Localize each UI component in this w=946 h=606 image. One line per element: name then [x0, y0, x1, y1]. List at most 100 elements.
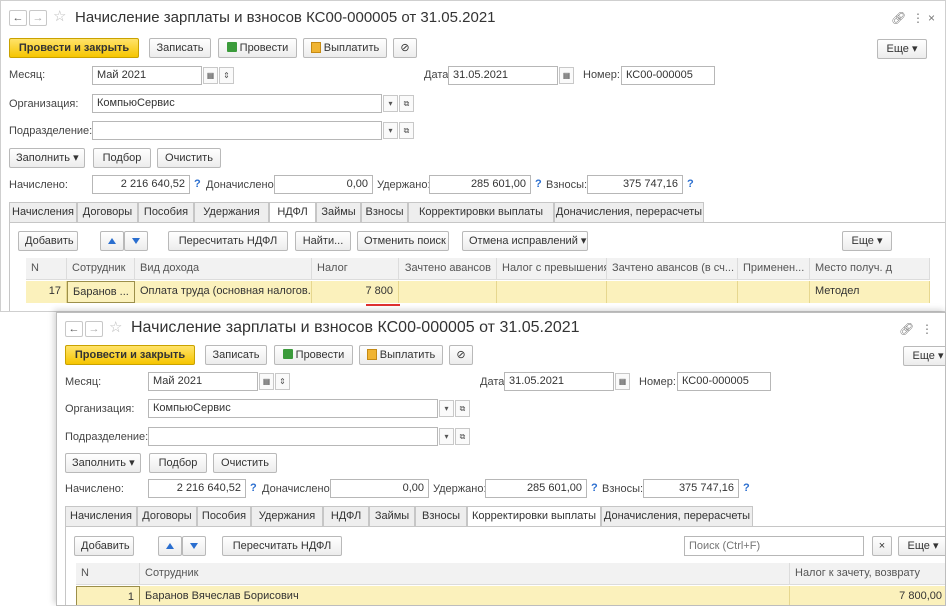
cell-place[interactable]: Методел — [810, 281, 930, 303]
col-tax-offset[interactable]: Налог к зачету, возврату — [790, 563, 945, 585]
move-up-button[interactable] — [158, 536, 182, 556]
attach-button[interactable]: ⊘ — [393, 38, 417, 58]
post-and-close-button[interactable]: Провести и закрыть — [9, 38, 139, 58]
fill-button[interactable]: Заполнить ▾ — [65, 453, 141, 473]
org-dropdown-icon[interactable]: ▾ — [383, 95, 398, 112]
dept-open-icon[interactable]: ⧉ — [399, 122, 414, 139]
attach-button[interactable]: ⊘ — [449, 345, 473, 365]
tab-benefits[interactable]: Пособия — [197, 506, 251, 526]
date-field[interactable]: 31.05.2021 — [448, 66, 558, 85]
recalc-ndfl-button[interactable]: Пересчитать НДФЛ — [168, 231, 288, 251]
tab-accruals[interactable]: Начисления — [65, 506, 137, 526]
col-advances[interactable]: Зачтено авансов — [399, 258, 497, 280]
tab-ndfl[interactable]: НДФЛ — [323, 506, 369, 526]
save-button[interactable]: Записать — [205, 345, 267, 365]
more-button[interactable]: Еще ▾ — [877, 39, 927, 59]
dept-field[interactable] — [92, 121, 382, 140]
col-excess-tax[interactable]: Налог с превышения — [497, 258, 607, 280]
clear-button[interactable]: Очистить — [157, 148, 221, 168]
dept-dropdown-icon[interactable]: ▾ — [383, 122, 398, 139]
cancel-fixes-button[interactable]: Отмена исправлений ▾ — [462, 231, 588, 251]
withheld-field[interactable]: 285 601,00 — [429, 175, 531, 194]
withheld-help-icon[interactable]: ? — [591, 482, 598, 494]
link-icon[interactable]: 🔗︎ — [891, 11, 906, 25]
more-button[interactable]: Еще ▾ — [903, 346, 945, 366]
move-up-button[interactable] — [100, 231, 124, 251]
contrib-field[interactable]: 375 747,16 — [643, 479, 739, 498]
col-advances-2[interactable]: Зачтено авансов (в сч... — [607, 258, 738, 280]
org-open-icon[interactable]: ⧉ — [399, 95, 414, 112]
cell-employee[interactable]: Баранов Вячеслав Борисович — [140, 586, 790, 605]
accrued-field[interactable]: 2 216 640,52 — [92, 175, 190, 194]
link-icon[interactable]: 🔗︎ — [899, 322, 914, 336]
col-n[interactable]: N — [76, 563, 140, 585]
clear-button[interactable]: Очистить — [213, 453, 277, 473]
dept-open-icon[interactable]: ⧉ — [455, 428, 470, 445]
accrued-help-icon[interactable]: ? — [250, 482, 257, 494]
col-applied[interactable]: Применен... — [738, 258, 810, 280]
month-field[interactable]: Май 2021 — [148, 372, 258, 391]
move-down-button[interactable] — [182, 536, 206, 556]
table-more-button[interactable]: Еще ▾ — [898, 536, 945, 556]
pay-button[interactable]: Выплатить — [359, 345, 443, 365]
move-down-button[interactable] — [124, 231, 148, 251]
col-employee[interactable]: Сотрудник — [140, 563, 790, 585]
cell-employee[interactable]: Баранов ... — [67, 281, 135, 303]
col-employee[interactable]: Сотрудник — [67, 258, 135, 280]
fill-button[interactable]: Заполнить ▾ — [9, 148, 85, 168]
contrib-field[interactable]: 375 747,16 — [587, 175, 683, 194]
cell-advances[interactable] — [399, 281, 497, 303]
forward-button[interactable]: → — [29, 10, 47, 26]
org-open-icon[interactable]: ⧉ — [455, 400, 470, 417]
date-calendar-icon[interactable]: ▦ — [615, 373, 630, 390]
forward-button[interactable]: → — [85, 321, 103, 337]
cell-tax[interactable]: 7 800 — [312, 281, 399, 303]
pay-button[interactable]: Выплатить — [303, 38, 387, 58]
tab-deductions[interactable]: Удержания — [251, 506, 323, 526]
tab-loans[interactable]: Займы — [316, 202, 361, 222]
accrued-field[interactable]: 2 216 640,52 — [148, 479, 246, 498]
org-field[interactable]: КомпьюСервис — [148, 399, 438, 418]
withheld-field[interactable]: 285 601,00 — [485, 479, 587, 498]
calendar-icon[interactable]: ▦ — [259, 373, 274, 390]
cell-excess-tax[interactable] — [497, 281, 607, 303]
org-field[interactable]: КомпьюСервис — [92, 94, 382, 113]
cancel-search-button[interactable]: Отменить поиск — [357, 231, 449, 251]
cell-tax-offset[interactable]: 7 800,00 — [790, 586, 945, 605]
clear-search-button[interactable]: × — [872, 536, 892, 556]
table-more-button[interactable]: Еще ▾ — [842, 231, 892, 251]
month-field[interactable]: Май 2021 — [92, 66, 202, 85]
date-field[interactable]: 31.05.2021 — [504, 372, 614, 391]
select-button[interactable]: Подбор — [149, 453, 207, 473]
contrib-help-icon[interactable]: ? — [743, 482, 750, 494]
dept-dropdown-icon[interactable]: ▾ — [439, 428, 454, 445]
recalc-ndfl-button[interactable]: Пересчитать НДФЛ — [222, 536, 342, 556]
tab-ndfl[interactable]: НДФЛ — [269, 202, 316, 223]
more-menu-icon[interactable]: ⋮ — [921, 322, 933, 336]
search-input[interactable] — [684, 536, 864, 556]
cell-advances-2[interactable] — [607, 281, 738, 303]
dept-field[interactable] — [148, 427, 438, 446]
date-calendar-icon[interactable]: ▦ — [559, 67, 574, 84]
back-button[interactable]: ← — [65, 321, 83, 337]
org-dropdown-icon[interactable]: ▾ — [439, 400, 454, 417]
calendar-icon[interactable]: ▦ — [203, 67, 218, 84]
col-income-type[interactable]: Вид дохода — [135, 258, 312, 280]
number-field[interactable]: КС00-000005 — [621, 66, 715, 85]
tab-accruals[interactable]: Начисления — [9, 202, 77, 222]
accrued-help-icon[interactable]: ? — [194, 178, 201, 190]
col-tax[interactable]: Налог — [312, 258, 399, 280]
cell-n[interactable]: 17 — [26, 281, 67, 303]
close-icon[interactable]: × — [928, 11, 935, 25]
tab-deductions[interactable]: Удержания — [194, 202, 269, 222]
cell-applied[interactable] — [738, 281, 810, 303]
cell-income-type[interactable]: Оплата труда (основная налогов... — [135, 281, 312, 303]
tab-loans[interactable]: Займы — [369, 506, 415, 526]
tab-contracts[interactable]: Договоры — [137, 506, 197, 526]
save-button[interactable]: Записать — [149, 38, 211, 58]
tab-contributions[interactable]: Взносы — [415, 506, 467, 526]
additional-field[interactable]: 0,00 — [330, 479, 429, 498]
more-menu-icon[interactable]: ⋮ — [912, 11, 924, 25]
tab-payment-corrections[interactable]: Корректировки выплаты — [467, 506, 601, 527]
post-button[interactable]: Провести — [274, 345, 353, 365]
